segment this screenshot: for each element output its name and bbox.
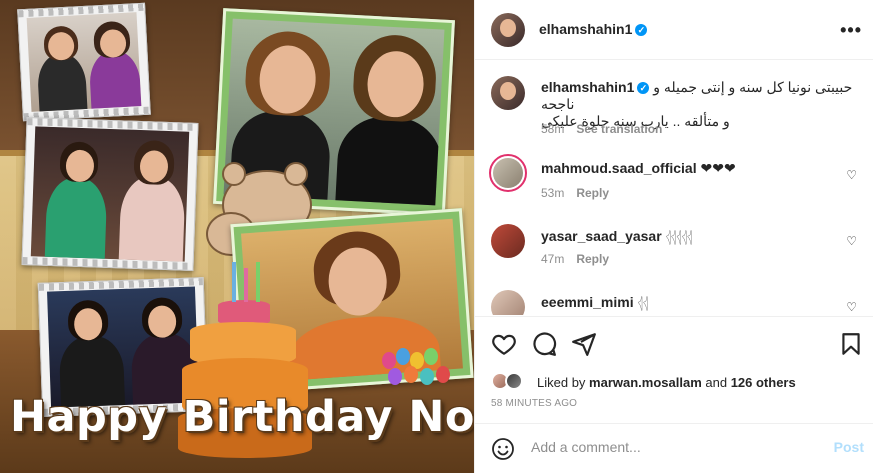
comment-text: eeemmi_mimi 𓂆𓂆 <box>541 294 648 311</box>
comment-body: 𓂆𓂆𓂆𓂆𓂆 <box>665 228 693 244</box>
comment-text: mahmoud.saad_official ❤❤❤ <box>541 160 736 177</box>
comment-time: 53m <box>541 186 565 200</box>
comment-body: ❤❤❤ <box>700 160 736 176</box>
comment-body: 𓂆𓂆 <box>637 294 649 310</box>
verified-badge-icon: ✓ <box>637 82 650 94</box>
caption-row: elhamshahin1 ✓ حبيبتى نونيا كل سنه و إنتى… <box>491 76 861 146</box>
reply-button[interactable]: Reply <box>576 186 609 200</box>
comment-item: eeemmi_mimi 𓂆𓂆 ♡ <box>491 290 861 315</box>
commenter-avatar[interactable] <box>489 154 527 192</box>
comment-meta: 53m Reply <box>541 186 621 200</box>
comment-text: yasar_saad_yasar 𓂆𓂆𓂆𓂆𓂆 <box>541 228 692 245</box>
commenter-username[interactable]: eeemmi_mimi <box>541 294 634 310</box>
photo-frame-1 <box>17 2 151 122</box>
reply-button[interactable]: Reply <box>576 252 609 266</box>
commenter-username[interactable]: mahmoud.saad_official <box>541 160 697 176</box>
post-header: elhamshahin1 ✓ ••• <box>475 0 873 60</box>
bookmark-icon[interactable] <box>838 331 864 357</box>
see-translation-link[interactable]: See translation <box>576 122 662 136</box>
comment-like-heart-icon[interactable]: ♡ <box>846 300 857 314</box>
caption-username[interactable]: elhamshahin1 <box>541 79 634 95</box>
caption-avatar[interactable] <box>491 76 525 110</box>
author-username[interactable]: elhamshahin1 <box>539 21 632 37</box>
comment-icon[interactable] <box>531 331 557 357</box>
author-avatar[interactable] <box>491 13 525 47</box>
comment-input[interactable]: Add a comment... <box>531 439 641 455</box>
add-comment-bar: Add a comment... Post <box>475 423 873 473</box>
commenter-username[interactable]: yasar_saad_yasar <box>541 228 662 244</box>
comment-time: 47m <box>541 252 565 266</box>
verified-badge-icon: ✓ <box>635 24 648 36</box>
likes-row[interactable]: Liked by marwan.mosallam and 126 others <box>491 372 861 394</box>
others-link[interactable]: 126 others <box>731 375 796 390</box>
photo-frame-2 <box>21 117 199 271</box>
comments-section[interactable]: elhamshahin1 ✓ حبيبتى نونيا كل سنه و إنتى… <box>475 60 873 315</box>
comment-like-heart-icon[interactable]: ♡ <box>846 168 857 182</box>
more-options-icon[interactable]: ••• <box>840 20 862 41</box>
comment-meta: 47m Reply <box>541 252 621 266</box>
likes-text: Liked by marwan.mosallam and 126 others <box>537 375 796 390</box>
emoji-icon[interactable] <box>491 437 515 461</box>
commenter-avatar[interactable] <box>491 224 525 258</box>
action-bar <box>475 316 873 372</box>
post-timestamp[interactable]: 58 MINUTES AGO <box>491 398 577 409</box>
comment-item: yasar_saad_yasar 𓂆𓂆𓂆𓂆𓂆 47m Reply ♡ <box>491 224 861 274</box>
caption-meta: 58m See translation <box>541 122 674 136</box>
heart-icon[interactable] <box>491 331 517 357</box>
post-comment-button[interactable]: Post <box>834 439 864 455</box>
share-icon[interactable] <box>571 331 597 357</box>
comment-like-heart-icon[interactable]: ♡ <box>846 234 857 248</box>
liker-avatar <box>505 372 523 390</box>
author-name-row: elhamshahin1 ✓ <box>539 21 648 39</box>
commenter-avatar[interactable] <box>491 290 525 315</box>
banner-text: Happy Birthday Noneya <box>10 392 474 442</box>
post-image[interactable]: Happy Birthday Noneya <box>0 0 474 473</box>
liker-username[interactable]: marwan.mosallam <box>589 375 702 390</box>
comment-item: mahmoud.saad_official ❤❤❤ 53m Reply ♡ <box>489 154 861 206</box>
caption-time[interactable]: 58m <box>541 122 564 136</box>
post-side-panel: elhamshahin1 ✓ ••• elhamshahin1 ✓ حبيبتى ن… <box>474 0 873 473</box>
